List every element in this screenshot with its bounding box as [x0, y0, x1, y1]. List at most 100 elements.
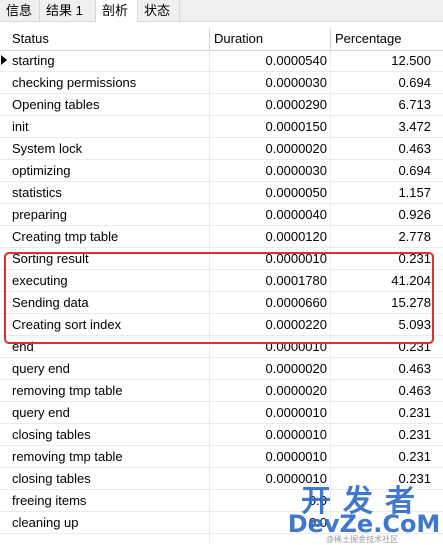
cell-percentage[interactable]: 2.778: [331, 226, 431, 247]
cell-duration[interactable]: 0.0000010: [210, 248, 330, 269]
cell-duration[interactable]: 0.0000660: [210, 292, 330, 313]
cell-percentage[interactable]: 15.278: [331, 292, 431, 313]
cell-duration[interactable]: 0.0000020: [210, 358, 330, 379]
table-row[interactable]: query end 0.0000020 0.463: [0, 358, 443, 380]
cell-duration[interactable]: 0.0000020: [210, 138, 330, 159]
cell-duration[interactable]: 0.0000030: [210, 72, 330, 93]
profile-grid: Status Duration Percentage starting 0.000…: [0, 28, 443, 543]
table-row[interactable]: init 0.0000150 3.472: [0, 116, 443, 138]
cell-status[interactable]: executing: [8, 270, 208, 291]
cell-percentage[interactable]: 12.500: [331, 50, 431, 71]
cell-duration[interactable]: 0.0: [210, 490, 330, 511]
cell-status[interactable]: closing tables: [8, 468, 208, 489]
cell-percentage[interactable]: 0.463: [331, 138, 431, 159]
table-row[interactable]: System lock 0.0000020 0.463: [0, 138, 443, 160]
cell-status[interactable]: closing tables: [8, 424, 208, 445]
row-pointer-icon: [1, 55, 7, 65]
cell-status[interactable]: checking permissions: [8, 72, 208, 93]
cell-duration[interactable]: 0.0000050: [210, 182, 330, 203]
cell-percentage[interactable]: [331, 490, 431, 511]
cell-duration[interactable]: 0.0000010: [210, 446, 330, 467]
cell-status[interactable]: preparing: [8, 204, 208, 225]
cell-duration[interactable]: 0.0000290: [210, 94, 330, 115]
column-header-percentage[interactable]: Percentage: [331, 28, 443, 50]
cell-percentage[interactable]: 5.093: [331, 314, 431, 335]
table-row[interactable]: Sending data 0.0000660 15.278: [0, 292, 443, 314]
cell-duration[interactable]: 0.0001780: [210, 270, 330, 291]
table-row[interactable]: closing tables 0.0000010 0.231: [0, 468, 443, 490]
cell-status[interactable]: removing tmp table: [8, 446, 208, 467]
cell-percentage[interactable]: 0.231: [331, 424, 431, 445]
tab-result-1[interactable]: 结果 1: [40, 0, 96, 22]
column-header-status[interactable]: Status: [8, 28, 210, 50]
table-row[interactable]: closing tables 0.0000010 0.231: [0, 424, 443, 446]
cell-percentage[interactable]: 41.204: [331, 270, 431, 291]
tab-info[interactable]: 信息: [0, 0, 40, 22]
table-row[interactable]: statistics 0.0000050 1.157: [0, 182, 443, 204]
cell-status[interactable]: query end: [8, 358, 208, 379]
cell-status[interactable]: cleaning up: [8, 512, 208, 533]
tab-status[interactable]: 状态: [138, 0, 180, 22]
column-header-duration[interactable]: Duration: [210, 28, 331, 50]
cell-duration[interactable]: 0.0000220: [210, 314, 330, 335]
cell-duration[interactable]: 0.0000150: [210, 116, 330, 137]
cell-status[interactable]: Sending data: [8, 292, 208, 313]
cell-status[interactable]: optimizing: [8, 160, 208, 181]
cell-duration[interactable]: 0.0000010: [210, 468, 330, 489]
table-row[interactable]: Opening tables 0.0000290 6.713: [0, 94, 443, 116]
table-row[interactable]: query end 0.0000010 0.231: [0, 402, 443, 424]
cell-duration[interactable]: 0.0000020: [210, 380, 330, 401]
table-row[interactable]: Creating sort index 0.0000220 5.093: [0, 314, 443, 336]
table-row[interactable]: cleaning up 0.0: [0, 512, 443, 534]
cell-percentage[interactable]: 0.926: [331, 204, 431, 225]
cell-duration[interactable]: 0.0000010: [210, 424, 330, 445]
cell-percentage[interactable]: 0.231: [331, 336, 431, 357]
cell-status[interactable]: freeing items: [8, 490, 208, 511]
table-row[interactable]: end 0.0000010 0.231: [0, 336, 443, 358]
cell-percentage[interactable]: 1.157: [331, 182, 431, 203]
cell-duration[interactable]: 0.0000540: [210, 50, 330, 71]
table-row[interactable]: checking permissions 0.0000030 0.694: [0, 72, 443, 94]
cell-status[interactable]: starting: [8, 50, 208, 71]
tab-bar: 信息 结果 1 剖析 状态: [0, 0, 443, 22]
cell-percentage[interactable]: [331, 512, 431, 533]
cell-percentage[interactable]: 6.713: [331, 94, 431, 115]
cell-percentage[interactable]: 0.463: [331, 358, 431, 379]
table-row[interactable]: starting 0.0000540 12.500: [0, 50, 443, 72]
table-row[interactable]: freeing items 0.0: [0, 490, 443, 512]
cell-status[interactable]: query end: [8, 402, 208, 423]
table-row[interactable]: optimizing 0.0000030 0.694: [0, 160, 443, 182]
table-row[interactable]: removing tmp table 0.0000010 0.231: [0, 446, 443, 468]
table-row[interactable]: Sorting result 0.0000010 0.231: [0, 248, 443, 270]
cell-duration[interactable]: 0.0000040: [210, 204, 330, 225]
table-row[interactable]: removing tmp table 0.0000020 0.463: [0, 380, 443, 402]
cell-status[interactable]: Creating tmp table: [8, 226, 208, 247]
cell-status[interactable]: Creating sort index: [8, 314, 208, 335]
table-row[interactable]: preparing 0.0000040 0.926: [0, 204, 443, 226]
cell-percentage[interactable]: 0.231: [331, 446, 431, 467]
table-row[interactable]: executing 0.0001780 41.204: [0, 270, 443, 292]
cell-percentage[interactable]: 0.463: [331, 380, 431, 401]
cell-duration[interactable]: 0.0000010: [210, 402, 330, 423]
cell-duration[interactable]: 0.0: [210, 512, 330, 533]
cell-percentage[interactable]: 3.472: [331, 116, 431, 137]
cell-percentage[interactable]: 0.231: [331, 402, 431, 423]
grid-body: starting 0.0000540 12.500 checking permissi…: [0, 50, 443, 534]
cell-duration[interactable]: 0.0000120: [210, 226, 330, 247]
cell-percentage[interactable]: 0.231: [331, 468, 431, 489]
cell-percentage[interactable]: 0.231: [331, 248, 431, 269]
cell-duration[interactable]: 0.0000030: [210, 160, 330, 181]
cell-status[interactable]: init: [8, 116, 208, 137]
cell-status[interactable]: System lock: [8, 138, 208, 159]
tab-profile[interactable]: 剖析: [96, 0, 138, 22]
cell-duration[interactable]: 0.0000010: [210, 336, 330, 357]
cell-percentage[interactable]: 0.694: [331, 160, 431, 181]
table-row[interactable]: Creating tmp table 0.0000120 2.778: [0, 226, 443, 248]
grid-header: Status Duration Percentage: [0, 28, 443, 51]
cell-status[interactable]: removing tmp table: [8, 380, 208, 401]
cell-status[interactable]: statistics: [8, 182, 208, 203]
cell-status[interactable]: Opening tables: [8, 94, 208, 115]
cell-percentage[interactable]: 0.694: [331, 72, 431, 93]
cell-status[interactable]: Sorting result: [8, 248, 208, 269]
cell-status[interactable]: end: [8, 336, 208, 357]
